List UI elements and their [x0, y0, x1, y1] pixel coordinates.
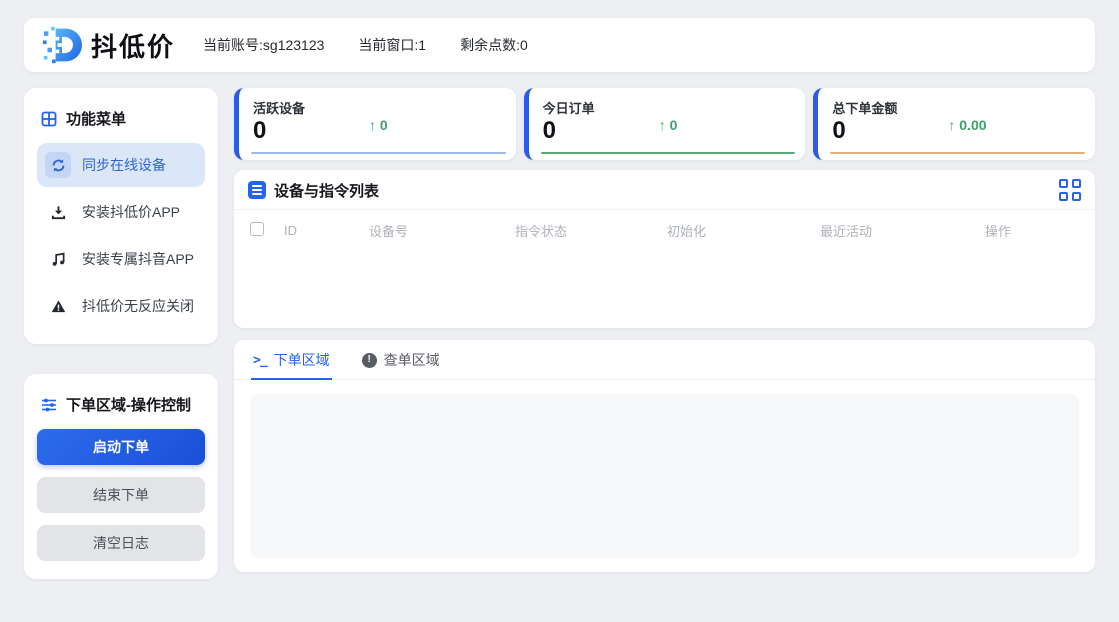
- tab-label: 查单区域: [383, 352, 440, 368]
- order-controls-panel: 下单区域-操作控制 启动下单 结束下单 清空日志: [24, 374, 218, 579]
- stat-title: 今日订单: [542, 101, 595, 116]
- function-menu-panel: 功能菜单 同步在线设备 安装抖低价APP 安装专属抖音APP 抖低价无反应关闭: [24, 88, 218, 344]
- app-header: 抖低价 当前账号:sg123123 当前窗口:1 剩余点数:0: [24, 18, 1095, 72]
- sidebar-item-force-close[interactable]: 抖低价无反应关闭: [37, 284, 205, 328]
- device-table-title-text: 设备与指令列表: [274, 182, 380, 200]
- grid-table-icon: [41, 111, 57, 127]
- log-tabs: >_ 下单区域 ! 查单区域: [234, 340, 1095, 380]
- stat-delta-up: ↑ 0: [369, 117, 388, 133]
- current-window-label: 当前窗口:1: [358, 37, 427, 53]
- download-icon: [45, 199, 71, 225]
- stat-delta-up: ↑ 0.00: [948, 117, 987, 133]
- sidebar-item-install-douyin-app[interactable]: 安装专属抖音APP: [37, 237, 205, 281]
- order-controls-title-text: 下单区域-操作控制: [66, 397, 191, 414]
- stat-underline: [251, 152, 506, 154]
- order-controls-title: 下单区域-操作控制: [41, 394, 205, 415]
- app-logo: 抖低价: [42, 25, 175, 65]
- stat-card-today-orders: 今日订单 0 ↑ 0: [523, 88, 806, 160]
- device-table-columns: ID 设备号 指令状态 初始化 最近活动 操作: [234, 210, 1095, 249]
- tab-query-area[interactable]: ! 查单区域: [360, 340, 442, 380]
- start-order-button[interactable]: 启动下单: [37, 429, 205, 465]
- sidebar-item-label: 安装专属抖音APP: [82, 251, 195, 267]
- sliders-icon: [41, 397, 57, 413]
- device-table-panel: 设备与指令列表 ID 设备号 指令状态 初始化 最近活动 操作: [234, 170, 1095, 328]
- device-table-body-empty: [234, 249, 1095, 328]
- grid-cell-icon: [1072, 179, 1081, 188]
- stat-title: 活跃设备: [253, 101, 306, 116]
- column-init: 初始化: [667, 224, 707, 239]
- stat-card-total-order-amount: 总下单金额 0 ↑ 0.00: [813, 88, 1096, 160]
- music-note-icon: [45, 246, 71, 272]
- log-panel: >_ 下单区域 ! 查单区域: [234, 340, 1095, 572]
- list-icon: [248, 181, 266, 199]
- column-cmd-status: 指令状态: [515, 224, 568, 239]
- stat-delta-up: ↑ 0: [658, 117, 678, 133]
- alert-circle-icon: !: [361, 352, 377, 368]
- remaining-points-label: 剩余点数:0: [460, 37, 528, 53]
- main-content: 活跃设备 0 ↑ 0 今日订单 0 ↑ 0 总下单金额 0 ↑ 0.00 设备与…: [234, 88, 1096, 572]
- sidebar-item-label: 同步在线设备: [82, 157, 166, 173]
- sidebar-item-install-app[interactable]: 安装抖低价APP: [37, 190, 205, 234]
- grid-cell-icon: [1059, 192, 1068, 201]
- logo-pixel-d-icon: [42, 26, 82, 64]
- sync-icon: [45, 152, 71, 178]
- select-all-checkbox[interactable]: [250, 222, 264, 236]
- header-meta: 当前账号:sg123123 当前窗口:1 剩余点数:0: [203, 35, 528, 55]
- column-device: 设备号: [369, 224, 409, 239]
- clear-log-button[interactable]: 清空日志: [37, 525, 205, 561]
- tab-order-area[interactable]: >_ 下单区域: [251, 340, 332, 380]
- terminal-icon: >_: [253, 352, 268, 368]
- function-menu-title: 功能菜单: [41, 108, 205, 129]
- stop-order-button[interactable]: 结束下单: [37, 477, 205, 513]
- grid-cell-icon: [1072, 192, 1081, 201]
- stat-underline: [540, 152, 796, 154]
- function-menu-title-text: 功能菜单: [66, 111, 127, 128]
- column-action: 操作: [985, 224, 1012, 239]
- app-title: 抖低价: [91, 31, 176, 62]
- grid-cell-icon: [1059, 179, 1068, 188]
- grid-view-button[interactable]: [1059, 179, 1081, 201]
- warning-icon: [45, 293, 71, 319]
- column-id: ID: [284, 223, 297, 238]
- sidebar-item-label: 抖低价无反应关闭: [82, 298, 194, 314]
- page: 抖低价 当前账号:sg123123 当前窗口:1 剩余点数:0 功能菜单 同步在…: [0, 0, 1119, 579]
- sidebar-item-label: 安装抖低价APP: [82, 204, 181, 220]
- tab-label: 下单区域: [273, 352, 330, 368]
- column-last-active: 最近活动: [820, 224, 873, 239]
- device-table-title: 设备与指令列表: [248, 180, 379, 201]
- sidebar-item-sync-devices[interactable]: 同步在线设备: [37, 143, 205, 187]
- stats-row: 活跃设备 0 ↑ 0 今日订单 0 ↑ 0 总下单金额 0 ↑ 0.00: [234, 88, 1096, 160]
- stat-card-active-devices: 活跃设备 0 ↑ 0: [234, 88, 516, 160]
- order-log-area[interactable]: [250, 394, 1079, 558]
- current-account-label: 当前账号:sg123123: [203, 37, 325, 53]
- stat-underline: [830, 152, 1086, 154]
- device-table-header: 设备与指令列表: [234, 170, 1095, 210]
- stat-title: 总下单金额: [832, 101, 898, 116]
- sidebar: 功能菜单 同步在线设备 安装抖低价APP 安装专属抖音APP 抖低价无反应关闭 …: [24, 88, 218, 579]
